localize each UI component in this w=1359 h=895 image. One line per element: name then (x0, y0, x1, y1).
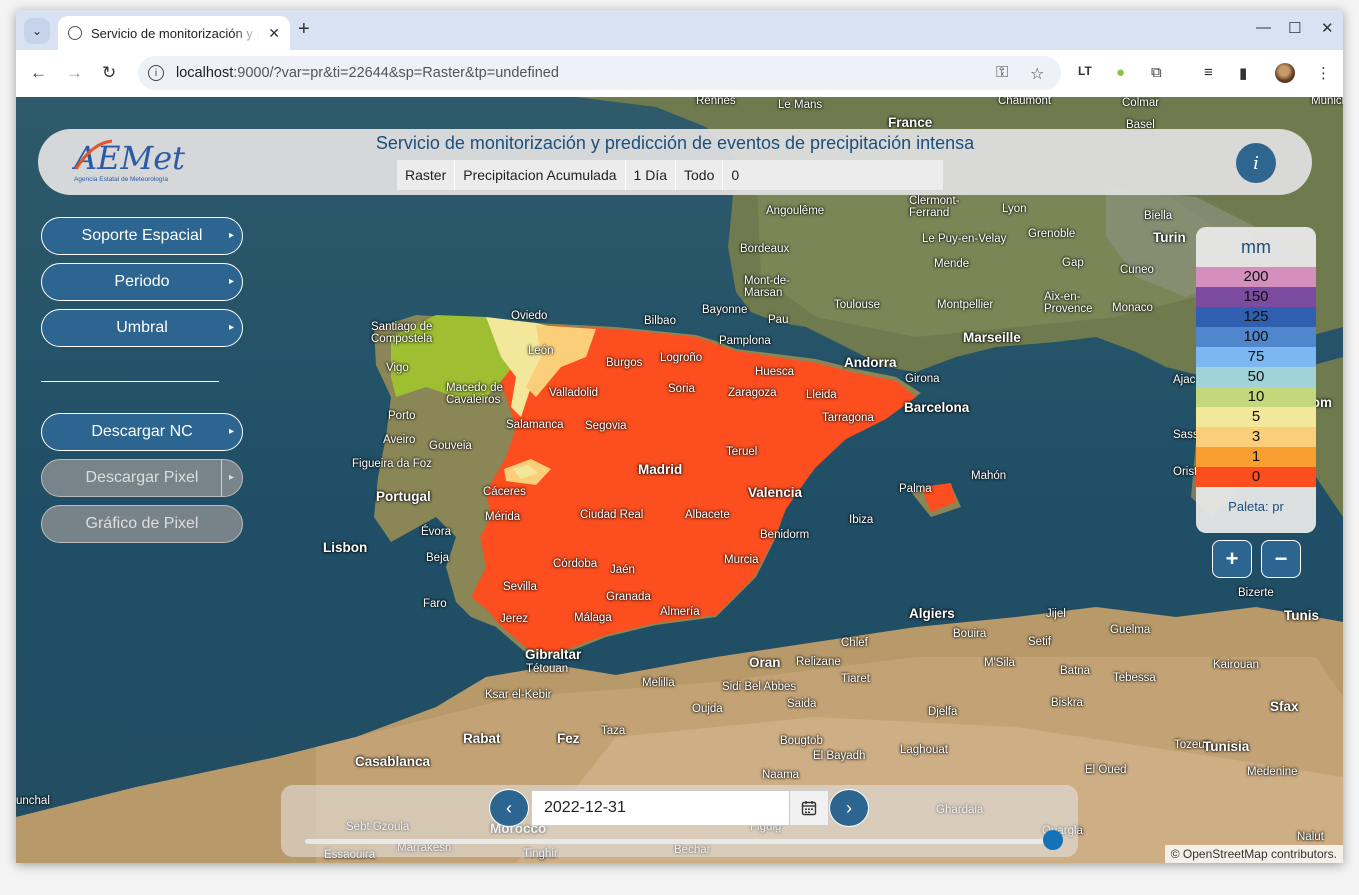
star-icon[interactable]: ☆ (1030, 64, 1044, 84)
url-path: :9000/?var=pr&ti=22644&sp=Raster&tp=unde… (233, 65, 559, 81)
legend-palette: Paleta: pr (1228, 499, 1284, 514)
legend-item-0: 0 (1196, 467, 1316, 487)
tab-bar: ⌄ Servicio de monitorización y predicció… (16, 10, 1343, 50)
close-window-icon[interactable]: ✕ (1321, 19, 1334, 37)
breadcrumb-item: Raster (397, 160, 456, 190)
chevron-right-icon: ▸ (228, 472, 234, 483)
languagetool-icon[interactable]: LT (1078, 64, 1092, 78)
periodo-label: Periodo (114, 273, 170, 290)
calendar-button[interactable] (789, 790, 829, 826)
address-bar[interactable]: i localhost:9000/?var=pr&ti=22644&sp=Ras… (138, 56, 1061, 90)
more-menu-icon[interactable]: ⋮ (1316, 64, 1331, 82)
map-attribution[interactable]: © OpenStreetMap contributors. (1164, 845, 1343, 863)
umbral-label: Umbral (116, 319, 168, 336)
calendar-icon (801, 801, 817, 816)
selection-breadcrumb: Raster Precipitacion Acumulada 1 Día Tod… (397, 160, 944, 190)
date-control: ‹ 2022-12-31 › (281, 785, 1078, 857)
date-input[interactable]: 2022-12-31 (531, 790, 789, 826)
app-header: AEMet Agencia Estatal de Meteorología Se… (38, 129, 1312, 195)
date-slider-thumb[interactable] (1043, 830, 1063, 850)
profile-avatar[interactable] (1275, 63, 1295, 83)
browser-window: ⌄ Servicio de monitorización y predicció… (16, 10, 1343, 863)
new-tab-button[interactable]: + (298, 18, 310, 41)
globe-icon (68, 26, 82, 40)
back-icon[interactable]: ← (30, 63, 47, 83)
precipitation-legend: mm 200 150 125 100 75 50 10 5 3 1 0 Paleta: pr (1196, 227, 1316, 533)
legend-item-100: 100 (1196, 327, 1316, 347)
chevron-right-icon: ▸ (228, 426, 234, 437)
legend-item-125: 125 (1196, 307, 1316, 327)
browser-toolbar: ← → ↻ i localhost:9000/?var=pr&ti=22644&… (16, 50, 1343, 97)
legend-unit: mm (1241, 237, 1271, 257)
media-icon[interactable]: ≡ (1204, 64, 1213, 81)
chevron-right-icon: ▸ (228, 322, 234, 333)
soporte-espacial-button[interactable]: Soporte Espacial ▸ (41, 217, 243, 255)
browser-tab[interactable]: Servicio de monitorización y predicción … (58, 16, 290, 50)
legend-item-5: 5 (1196, 407, 1316, 427)
next-date-button[interactable]: › (829, 789, 869, 827)
periodo-button[interactable]: Periodo ▸ (41, 263, 243, 301)
close-tab-icon[interactable]: ✕ (268, 25, 280, 42)
reload-icon[interactable]: ↻ (102, 63, 116, 83)
descargar-pixel-button[interactable]: Descargar Pixel ▸ (41, 459, 243, 497)
site-info-icon[interactable]: i (148, 65, 164, 81)
logo-subtitle: Agencia Estatal de Meteorología (74, 176, 168, 183)
maximize-icon[interactable]: ☐ (1288, 19, 1301, 37)
soporte-espacial-label: Soporte Espacial (81, 227, 203, 244)
grafico-pixel-label: Gráfico de Pixel (85, 515, 199, 532)
umbral-button[interactable]: Umbral ▸ (41, 309, 243, 347)
extensions-icon[interactable]: ⧉ (1151, 64, 1162, 81)
previous-date-button[interactable]: ‹ (489, 789, 529, 827)
chevron-right-icon: ▸ (228, 276, 234, 287)
tab-title: Servicio de monitorización y predicción … (91, 25, 259, 41)
page-title: Servicio de monitorización y predicción … (375, 133, 975, 153)
descargar-pixel-label: Descargar Pixel (85, 469, 199, 486)
minimize-icon[interactable]: — (1256, 19, 1271, 36)
legend-item-10: 10 (1196, 387, 1316, 407)
side-panel-icon[interactable]: ▮ (1239, 64, 1247, 82)
url-host: localhost (176, 65, 234, 81)
map-viewport[interactable]: Rennes Le Mans France Chaumont Colmar Ba… (16, 97, 1343, 863)
extension-status-icon[interactable]: ● (1116, 64, 1125, 81)
zoom-in-button[interactable]: + (1212, 540, 1252, 578)
breadcrumb-item: Precipitacion Acumulada (455, 160, 626, 190)
date-slider-track[interactable] (305, 839, 1053, 844)
legend-item-50: 50 (1196, 367, 1316, 387)
grafico-pixel-button[interactable]: Gráfico de Pixel (41, 505, 243, 543)
chevron-right-icon: ▸ (228, 230, 234, 241)
descargar-nc-label: Descargar NC (91, 423, 193, 440)
legend-item-1: 1 (1196, 447, 1316, 467)
forward-icon[interactable]: → (66, 63, 83, 83)
info-button[interactable]: i (1236, 143, 1276, 183)
key-icon[interactable]: ⚿ (996, 64, 1008, 82)
zoom-out-button[interactable]: − (1261, 540, 1301, 578)
breadcrumb-item: 1 Día (625, 160, 677, 190)
chevron-down-icon: ⌄ (31, 24, 43, 38)
legend-item-75: 75 (1196, 347, 1316, 367)
legend-list: 200 150 125 100 75 50 10 5 3 1 0 (1196, 267, 1316, 487)
breadcrumb-item: 0 (723, 160, 944, 190)
breadcrumb-item: Todo (676, 160, 724, 190)
tab-search-button[interactable]: ⌄ (24, 18, 50, 44)
legend-item-150: 150 (1196, 287, 1316, 307)
legend-item-3: 3 (1196, 427, 1316, 447)
menu-divider (41, 381, 219, 382)
descargar-nc-button[interactable]: Descargar NC ▸ (41, 413, 243, 451)
legend-item-200: 200 (1196, 267, 1316, 287)
